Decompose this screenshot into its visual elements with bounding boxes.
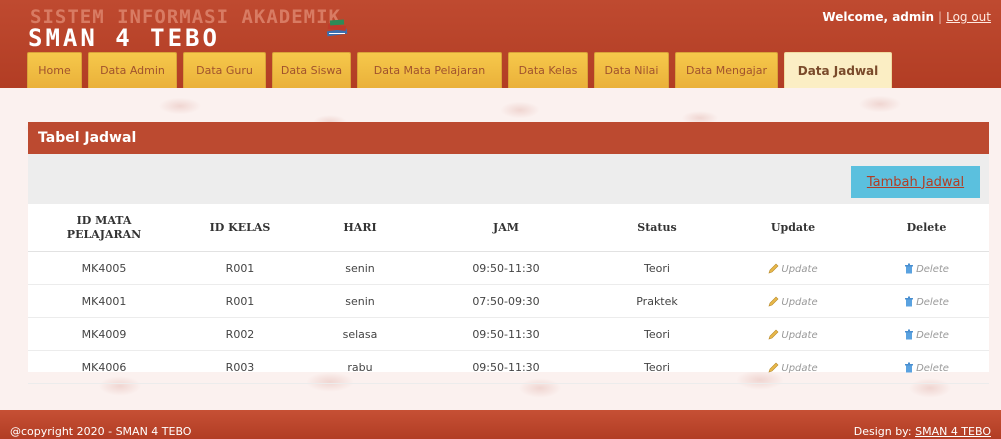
cell-delete: Delete [864,251,989,285]
col-delete: Delete [864,204,989,252]
cell-delete: Delete [864,317,989,351]
delete-link[interactable]: Delete [904,362,949,374]
books-icon [326,19,348,37]
tambah-jadwal-button[interactable]: Tambah Jadwal [851,166,980,198]
trash-icon [905,263,914,273]
user-welcome: Welcome, admin | Log out [822,10,991,24]
cell-update: Update [722,350,864,384]
panel-title: Tabel Jadwal [28,122,989,154]
cell-status: Teori [592,317,722,351]
pencil-icon [768,362,779,372]
tab-home[interactable]: Home [27,52,82,88]
update-label: Update [781,296,818,308]
col-jam: JAM [420,204,592,252]
panel-toolbar: Tambah Jadwal [28,154,989,204]
tab-data-mata-pelajaran[interactable]: Data Mata Pelajaran [357,52,502,88]
col-id-mapel: ID MATA PELAJARAN [28,204,180,252]
divider: | [938,10,943,24]
update-link[interactable]: Update [768,263,818,275]
table-row: MK4005 R001 senin 09:50-11:30 Teori Upda… [28,251,989,285]
site-footer: @copyright 2020 - SMAN 4 TEBO Design by:… [0,410,1001,439]
cell-status: Teori [592,251,722,285]
design-link[interactable]: SMAN 4 TEBO [915,425,991,438]
design-prefix: Design by: [853,425,912,438]
cell-hari: senin [300,251,420,285]
tab-data-nilai[interactable]: Data Nilai [594,52,669,88]
cell-update: Update [722,251,864,285]
tab-data-jadwal[interactable]: Data Jadwal [784,52,892,88]
pencil-icon [768,296,779,306]
trash-icon [905,362,914,372]
update-link[interactable]: Update [768,296,818,308]
update-label: Update [781,329,818,341]
jadwal-table: ID MATA PELAJARAN ID KELAS HARI JAM Statu… [28,204,989,384]
tab-data-kelas[interactable]: Data Kelas [508,52,588,88]
update-label: Update [781,263,818,275]
cell-update: Update [722,317,864,351]
table-header-row: ID MATA PELAJARAN ID KELAS HARI JAM Statu… [28,204,989,252]
delete-label: Delete [916,329,949,341]
table-row: MK4001 R001 senin 07:50-09:30 Praktek Up… [28,284,989,318]
col-id-kelas: ID KELAS [180,204,300,252]
design-credit: Design by: SMAN 4 TEBO [854,425,991,438]
tab-data-admin[interactable]: Data Admin [88,52,177,88]
col-status: Status [592,204,722,252]
cell-jam: 09:50-11:30 [420,350,592,384]
table-row: MK4009 R002 selasa 09:50-11:30 Teori Upd… [28,317,989,351]
logo-title: SMAN 4 TEBO [28,24,220,52]
delete-link[interactable]: Delete [904,296,949,308]
delete-link[interactable]: Delete [904,329,949,341]
cell-delete: Delete [864,284,989,318]
trash-icon [905,296,914,306]
jadwal-panel: Tabel Jadwal Tambah Jadwal ID MATA PELAJA… [28,122,989,384]
cell-jam: 09:50-11:30 [420,317,592,351]
delete-link[interactable]: Delete [904,263,949,275]
col-id-mapel-line1: ID MATA [76,213,132,227]
cell-id-mapel: MK4001 [28,284,180,318]
update-link[interactable]: Update [768,329,818,341]
cell-hari: rabu [300,350,420,384]
cell-delete: Delete [864,350,989,384]
cell-hari: senin [300,284,420,318]
logout-link[interactable]: Log out [946,10,991,24]
update-link[interactable]: Update [768,362,818,374]
cell-jam: 07:50-09:30 [420,284,592,318]
table-row: MK4006 R003 rabu 09:50-11:30 Teori Updat… [28,350,989,384]
cell-jam: 09:50-11:30 [420,251,592,285]
welcome-text: Welcome, admin [822,10,935,24]
tab-data-siswa[interactable]: Data Siswa [272,52,351,88]
col-hari: HARI [300,204,420,252]
cell-id-kelas: R001 [180,251,300,285]
cell-hari: selasa [300,317,420,351]
cell-id-mapel: MK4005 [28,251,180,285]
pencil-icon [768,329,779,339]
cell-id-kelas: R003 [180,350,300,384]
pencil-icon [768,263,779,273]
col-update: Update [722,204,864,252]
cell-update: Update [722,284,864,318]
cell-status: Teori [592,350,722,384]
cell-id-kelas: R001 [180,284,300,318]
copyright-text: @copyright 2020 - SMAN 4 TEBO [10,425,192,438]
cell-id-mapel: MK4006 [28,350,180,384]
site-header: SISTEM INFORMASI AKADEMIK SMAN 4 TEBO We… [0,0,1001,88]
tab-data-mengajar[interactable]: Data Mengajar [675,52,778,88]
delete-label: Delete [916,263,949,275]
delete-label: Delete [916,362,949,374]
update-label: Update [781,362,818,374]
tab-data-guru[interactable]: Data Guru [183,52,266,88]
cell-id-kelas: R002 [180,317,300,351]
cell-status: Praktek [592,284,722,318]
cell-id-mapel: MK4009 [28,317,180,351]
col-id-mapel-line2: PELAJARAN [66,227,142,241]
trash-icon [905,329,914,339]
delete-label: Delete [916,296,949,308]
